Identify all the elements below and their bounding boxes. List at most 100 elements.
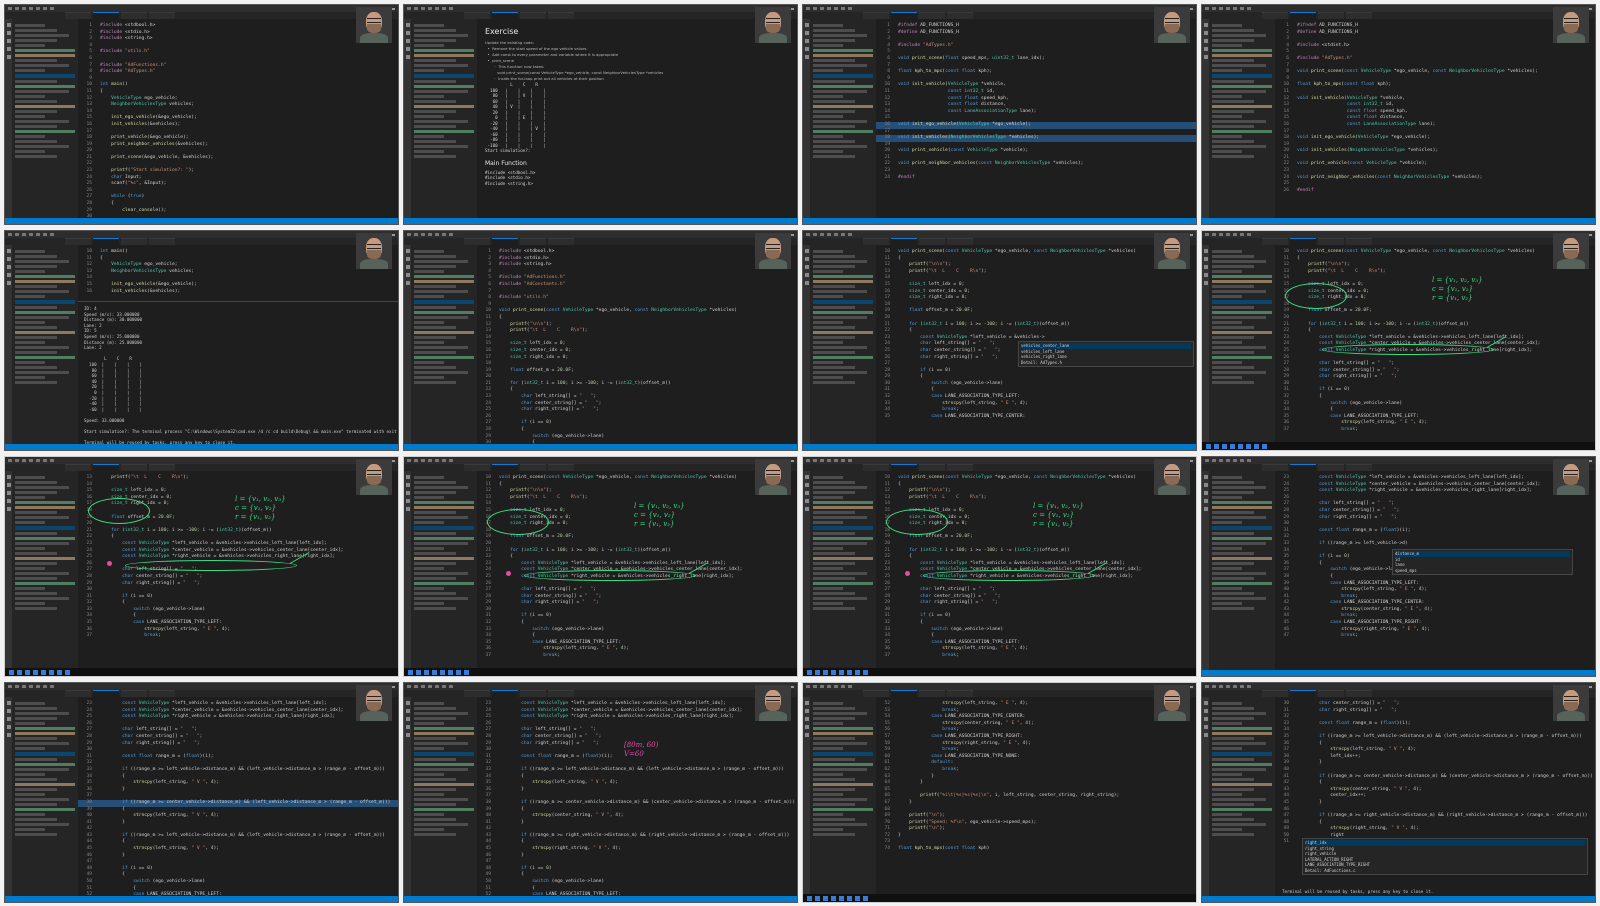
editor-tab[interactable] [492, 12, 518, 19]
code-line[interactable]: 37 strncpy(left_string, " V ", 4); [1275, 747, 1595, 754]
explorer-item[interactable] [414, 356, 474, 359]
explorer-item[interactable] [813, 828, 843, 831]
explorer-item[interactable] [15, 125, 57, 128]
extensions-icon[interactable] [804, 55, 809, 59]
code-line[interactable]: 41 } [78, 820, 398, 827]
code-line[interactable]: 23 char left_string[] = " "; [477, 394, 797, 401]
code-line[interactable]: 42 { [1275, 780, 1595, 787]
code-line[interactable]: 25 char right_string[] = " "; [477, 407, 797, 414]
editor-tab[interactable] [919, 464, 945, 471]
explorer-item[interactable] [1212, 747, 1242, 750]
explorer-item[interactable] [414, 532, 456, 535]
menu-item[interactable] [1226, 459, 1230, 462]
explorer-item[interactable] [813, 260, 867, 263]
explorer-item[interactable] [414, 130, 474, 133]
explorer-item[interactable] [15, 818, 57, 821]
taskbar-app-icon[interactable] [839, 895, 844, 901]
explorer-item[interactable] [414, 260, 468, 263]
taskbar-app-icon[interactable] [1238, 443, 1243, 449]
code-line[interactable]: 20 [477, 374, 797, 381]
explorer-item[interactable] [15, 481, 57, 484]
menu-item[interactable] [1219, 459, 1223, 462]
explorer-item[interactable] [1212, 64, 1266, 67]
menu-item[interactable] [1233, 459, 1237, 462]
explorer-item[interactable] [15, 135, 45, 138]
code-line[interactable]: 26 #endif [1275, 188, 1595, 195]
menu-item[interactable] [442, 233, 446, 236]
explorer-item[interactable] [813, 150, 843, 153]
code-line[interactable]: 38 if ((range_m >= center_vehicle->dista… [78, 799, 398, 807]
code-line[interactable]: 6 [78, 56, 398, 63]
code-line[interactable]: 49 strncpy(right_string, " V ", 4); [1275, 826, 1595, 833]
explorer-item[interactable] [813, 90, 867, 93]
video-frame[interactable]: Exercise Update the existing code: • Remo… [403, 4, 798, 225]
explorer-item[interactable] [15, 607, 57, 610]
explorer-item[interactable] [15, 758, 57, 761]
explorer-item[interactable] [15, 316, 69, 319]
explorer-item[interactable] [15, 562, 57, 565]
explorer-item[interactable] [414, 506, 474, 509]
extensions-icon[interactable] [804, 507, 809, 511]
explorer-item[interactable] [15, 346, 69, 349]
taskbar-app-icon[interactable] [839, 669, 844, 675]
code-line[interactable]: 11{ [78, 89, 398, 96]
explorer-item[interactable] [1212, 110, 1254, 113]
explorer-item[interactable] [414, 516, 468, 519]
explorer-item[interactable] [15, 742, 69, 745]
explorer-item[interactable] [813, 798, 867, 801]
explorer-item[interactable] [813, 742, 867, 745]
menu-item[interactable] [15, 685, 19, 688]
explorer-item[interactable] [15, 707, 57, 710]
code-line[interactable]: 6 #include "AdConstants.h" [477, 282, 797, 289]
explorer-item[interactable] [1212, 496, 1242, 499]
debug-icon[interactable] [804, 499, 809, 503]
explorer-item[interactable] [813, 64, 867, 67]
debug-icon[interactable] [1203, 725, 1208, 729]
code-line[interactable]: 38 if ((range_m >= center_vehicle->dista… [477, 800, 797, 807]
explorer-icon[interactable] [804, 249, 809, 253]
explorer-item[interactable] [1212, 742, 1266, 745]
code-line[interactable]: 67 } [876, 800, 1196, 807]
code-line[interactable]: 46 } [78, 853, 398, 860]
explorer-item[interactable] [15, 130, 75, 133]
code-line[interactable]: 21 for (int32_t i = 100; i >= -100; i -=… [876, 548, 1196, 555]
explorer-item[interactable] [1212, 818, 1254, 821]
menu-item[interactable] [414, 7, 418, 10]
search-icon[interactable] [6, 709, 11, 713]
code-line[interactable]: 34 [1275, 727, 1595, 734]
taskbar-app-icon[interactable] [1206, 443, 1211, 449]
search-icon[interactable] [6, 483, 11, 487]
explorer-item[interactable] [15, 255, 57, 258]
code-line[interactable]: 12 printf("\n\n"); [1275, 262, 1595, 269]
code-line[interactable]: 13 printf("\t L C R\n"); [477, 495, 797, 502]
explorer-item[interactable] [813, 737, 855, 740]
explorer-item[interactable] [1212, 346, 1266, 349]
menu-item[interactable] [29, 7, 33, 10]
explorer-item[interactable] [15, 597, 69, 600]
explorer-item[interactable] [1212, 542, 1266, 545]
explorer-item[interactable] [414, 64, 468, 67]
debug-icon[interactable] [1203, 499, 1208, 503]
explorer-item[interactable] [15, 773, 45, 776]
explorer-item[interactable] [813, 597, 867, 600]
menu-item[interactable] [1233, 233, 1237, 236]
editor-tab[interactable] [149, 12, 175, 19]
code-line[interactable]: 31 if (i == 0) [477, 613, 797, 620]
explorer-item[interactable] [813, 85, 873, 88]
explorer-item[interactable] [813, 336, 855, 339]
code-line[interactable]: 21 print_scene(&ego_vehicle, &vehicles); [78, 155, 398, 162]
code-line[interactable]: 22 { [477, 554, 797, 561]
explorer-item[interactable] [414, 597, 468, 600]
search-icon[interactable] [405, 31, 410, 35]
code-line[interactable]: 47 [477, 859, 797, 866]
explorer-item[interactable] [1212, 376, 1242, 379]
code-line[interactable]: 52 strncpy(left_string, " E ", 4); [876, 701, 1196, 708]
explorer-item[interactable] [15, 250, 45, 253]
code-line[interactable]: 5 [1275, 49, 1595, 56]
taskbar-app-icon[interactable] [823, 895, 828, 901]
explorer-item[interactable] [15, 331, 75, 334]
explorer-item[interactable] [1212, 602, 1242, 605]
explorer-item[interactable] [15, 381, 57, 384]
explorer-item[interactable] [15, 567, 45, 570]
explorer-item[interactable] [813, 361, 843, 364]
